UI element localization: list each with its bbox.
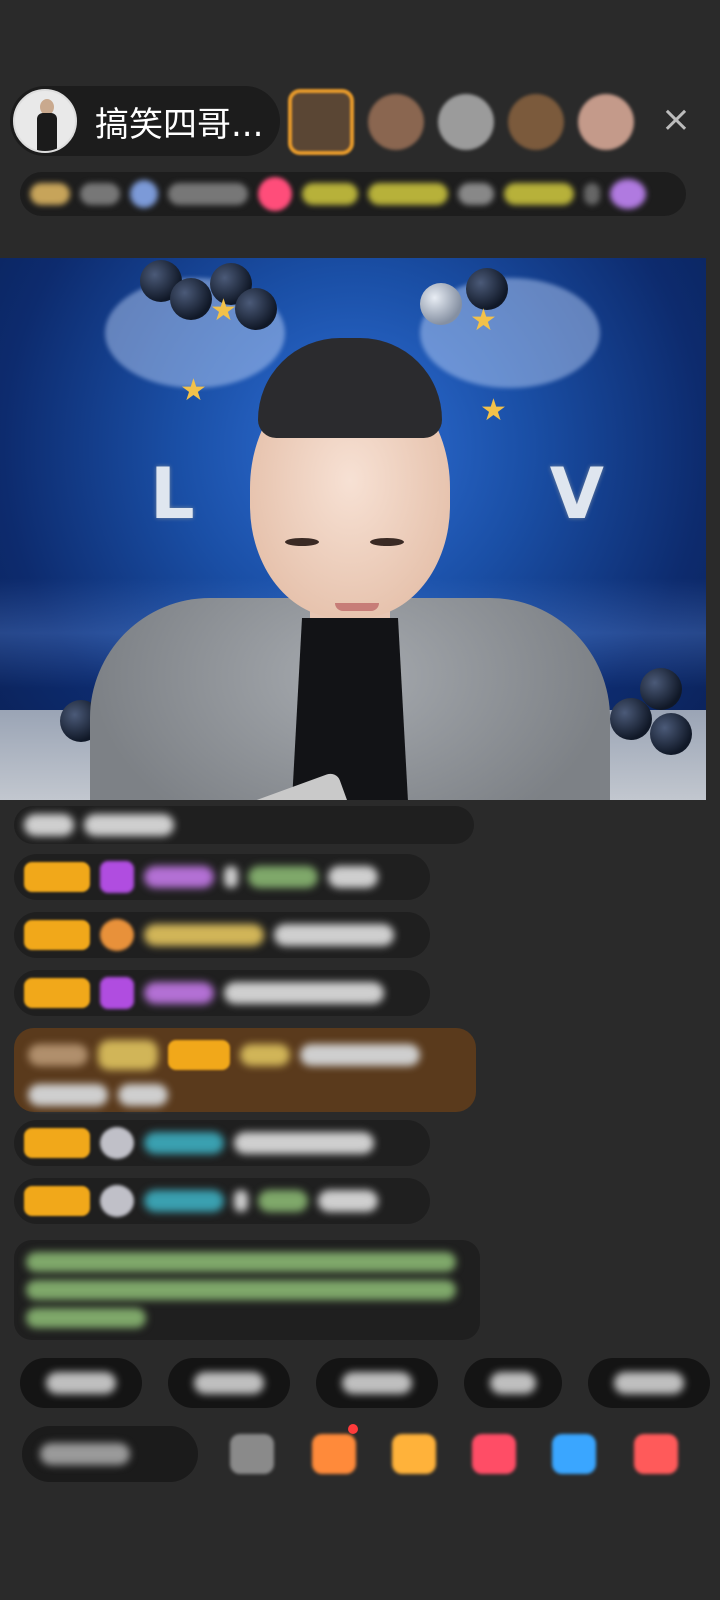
viewer-avatar[interactable] xyxy=(578,94,634,150)
bottom-toolbar[interactable] xyxy=(22,1424,702,1484)
notice-text xyxy=(368,183,448,205)
balloon-decor xyxy=(650,713,692,755)
rank-badge[interactable] xyxy=(30,183,70,205)
notice-text xyxy=(458,183,494,205)
quick-chip[interactable] xyxy=(316,1358,438,1408)
quick-chip[interactable] xyxy=(588,1358,710,1408)
close-icon[interactable]: × xyxy=(656,100,696,140)
gift-box-icon[interactable] xyxy=(312,1434,356,1474)
level-badge[interactable] xyxy=(24,862,90,892)
comment-input[interactable] xyxy=(22,1426,198,1482)
chat-message[interactable] xyxy=(14,854,430,900)
grey-icon xyxy=(100,1127,134,1159)
chat-message[interactable] xyxy=(14,970,430,1016)
viewer-avatar[interactable] xyxy=(368,94,424,150)
notice-text xyxy=(302,183,358,205)
balloon-decor xyxy=(640,668,682,710)
shopping-bag-icon[interactable] xyxy=(392,1434,436,1474)
game-icon[interactable] xyxy=(472,1434,516,1474)
heart-icon[interactable] xyxy=(258,177,292,211)
fan-text xyxy=(168,183,248,205)
diamond-icon xyxy=(100,977,134,1009)
orange-icon xyxy=(100,919,134,951)
system-notice[interactable] xyxy=(14,1240,480,1340)
viewer-avatar[interactable] xyxy=(438,94,494,150)
chat-message[interactable] xyxy=(14,1178,430,1224)
highlight-message[interactable] xyxy=(14,1028,476,1112)
host-info-pill[interactable]: 搞笑四哥... xyxy=(10,86,280,156)
live-video[interactable]: ★ ★ ★ ★ LOVE xyxy=(0,258,706,800)
level-badge[interactable] xyxy=(24,1186,90,1216)
notification-dot xyxy=(348,1424,358,1434)
level-badge[interactable] xyxy=(24,1128,90,1158)
quick-chip[interactable] xyxy=(464,1358,562,1408)
grey-icon xyxy=(100,1185,134,1217)
pk-icon[interactable] xyxy=(610,179,646,209)
fan-icon[interactable] xyxy=(130,180,158,208)
gift-icon[interactable] xyxy=(634,1434,678,1474)
host-person xyxy=(80,298,620,800)
viewer-avatar[interactable] xyxy=(508,94,564,150)
host-avatar[interactable] xyxy=(13,89,77,153)
quick-reply-row[interactable] xyxy=(20,1358,710,1408)
host-name[interactable]: 搞笑四哥... xyxy=(95,97,263,146)
top-viewers[interactable] xyxy=(288,86,634,158)
more-text xyxy=(584,183,600,205)
share-icon[interactable] xyxy=(230,1434,274,1474)
diamond-icon xyxy=(100,861,134,893)
rank-text xyxy=(80,183,120,205)
level-badge[interactable] xyxy=(24,978,90,1008)
stream-info-row[interactable] xyxy=(20,172,686,216)
quick-chip[interactable] xyxy=(168,1358,290,1408)
level-badge[interactable] xyxy=(24,920,90,950)
chat-icon[interactable] xyxy=(552,1434,596,1474)
quick-chip[interactable] xyxy=(20,1358,142,1408)
chat-message[interactable] xyxy=(14,1120,430,1166)
chat-message[interactable] xyxy=(14,912,430,958)
notice-text xyxy=(504,183,574,205)
chat-message[interactable] xyxy=(14,806,474,844)
viewer-avatar[interactable] xyxy=(288,89,354,155)
